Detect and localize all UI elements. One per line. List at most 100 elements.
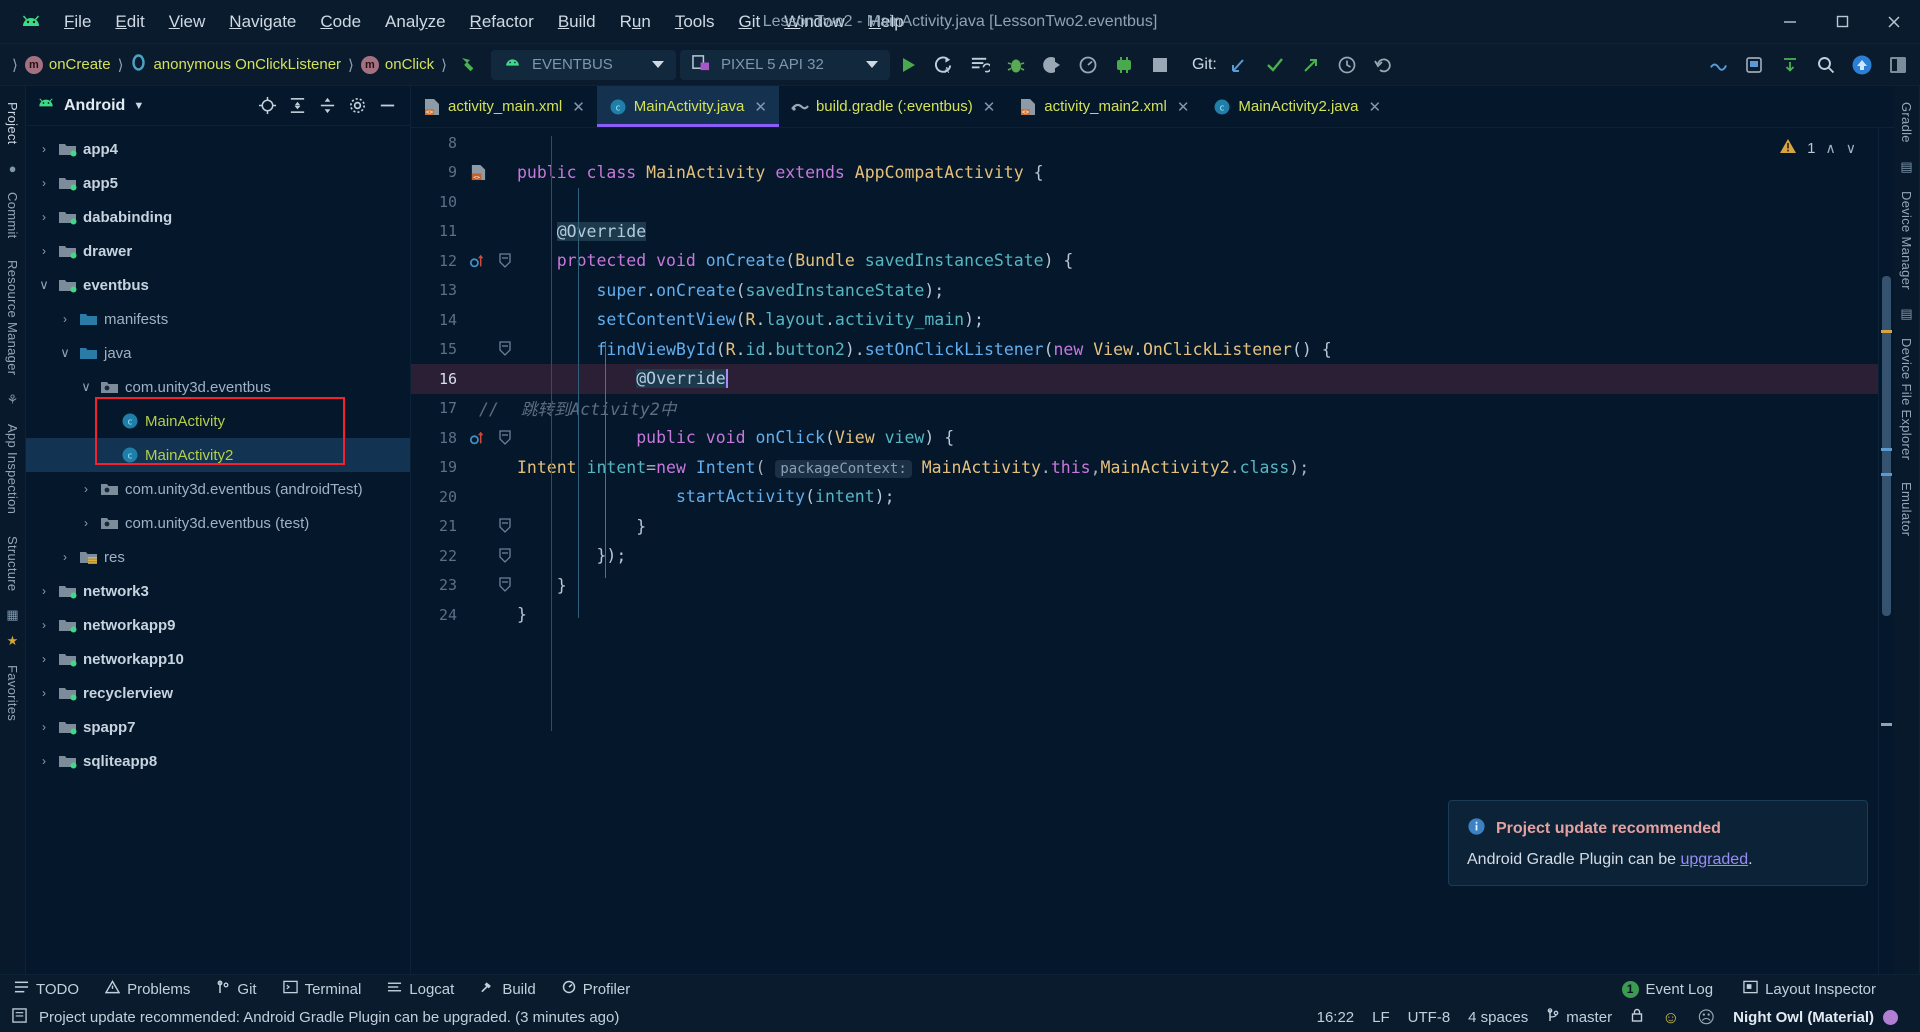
- debug-icon[interactable]: [1000, 49, 1032, 81]
- chevron-right-icon[interactable]: ›: [57, 550, 73, 564]
- chevron-right-icon[interactable]: ›: [78, 516, 94, 530]
- rail-item-device-manager[interactable]: Device Manager: [1897, 185, 1916, 296]
- update-available-icon[interactable]: [1846, 49, 1878, 81]
- code-line[interactable]: 15 findViewById(R.id.button2).setOnClick…: [411, 335, 1894, 365]
- code-line[interactable]: 21 }: [411, 512, 1894, 542]
- project-tree[interactable]: › app4 › app5 › dababinding › drawer ∨ eventbus › m…: [26, 126, 410, 778]
- marker-warning[interactable]: [1881, 330, 1892, 333]
- maximize-button[interactable]: [1816, 0, 1868, 44]
- toolwindow-terminal[interactable]: Terminal: [279, 978, 366, 1000]
- tree-node-dababinding[interactable]: › dababinding: [26, 200, 410, 234]
- menu-analyze[interactable]: Analyze: [373, 7, 458, 37]
- chevron-down-icon[interactable]: ∨: [78, 379, 94, 395]
- collapse-all-icon[interactable]: [314, 93, 340, 119]
- tree-node-manifests[interactable]: › manifests: [26, 302, 410, 336]
- chevron-right-icon[interactable]: ›: [36, 244, 52, 258]
- tree-node-app4[interactable]: › app4: [26, 132, 410, 166]
- menu-edit[interactable]: Edit: [103, 7, 156, 37]
- toolwindow-git[interactable]: Git: [212, 978, 260, 1000]
- chevron-right-icon[interactable]: ›: [36, 720, 52, 734]
- tree-node-drawer[interactable]: › drawer: [26, 234, 410, 268]
- tree-node-com-unity3d-eventbus-test[interactable]: › com.unity3d.eventbus (test): [26, 506, 410, 540]
- close-tab-icon[interactable]: ✕: [572, 98, 585, 116]
- status-message[interactable]: Project update recommended: Android Grad…: [39, 1009, 619, 1026]
- hide-panel-icon[interactable]: [374, 93, 400, 119]
- inspection-widget[interactable]: 1 ∧ ∨: [1779, 138, 1868, 159]
- stop-icon[interactable]: [1144, 49, 1176, 81]
- chevron-right-icon[interactable]: ›: [36, 754, 52, 768]
- toolwindow-logcat[interactable]: Logcat: [383, 978, 458, 1000]
- tree-node-sqliteapp8[interactable]: › sqliteapp8: [26, 744, 410, 778]
- tree-node-networkapp10[interactable]: › networkapp10: [26, 642, 410, 676]
- code-line[interactable]: 8: [411, 128, 1894, 158]
- close-tab-icon[interactable]: ✕: [754, 98, 767, 116]
- code-fold-marker[interactable]: [493, 518, 517, 534]
- code-line[interactable]: 10: [411, 187, 1894, 217]
- toolwindow-event-log[interactable]: 1 Event Log: [1618, 979, 1718, 1000]
- code-fold-marker[interactable]: [493, 253, 517, 269]
- toolwindow-build[interactable]: Build: [476, 978, 539, 1000]
- code-fold-marker[interactable]: [493, 341, 517, 357]
- editor-tab-mainactivity-java[interactable]: c MainActivity.java ✕: [596, 86, 780, 127]
- status-theme[interactable]: Night Owl (Material): [1733, 1009, 1898, 1026]
- notification-popup[interactable]: Project update recommended Android Gradl…: [1448, 800, 1868, 886]
- editor-scrollbar-thumb[interactable]: [1882, 276, 1891, 616]
- close-tab-icon[interactable]: ✕: [1177, 98, 1190, 116]
- editor-tab-mainactivity2-java[interactable]: c MainActivity2.java ✕: [1201, 86, 1393, 127]
- code-line[interactable]: 22 });: [411, 541, 1894, 571]
- tree-node-res[interactable]: › res: [26, 540, 410, 574]
- rail-item-favorites[interactable]: Favorites: [3, 659, 22, 727]
- code-line[interactable]: 18 public void onClick(View view) {: [411, 423, 1894, 453]
- chevron-right-icon[interactable]: ›: [36, 210, 52, 224]
- tree-node-app5[interactable]: › app5: [26, 166, 410, 200]
- attach-debugger-icon[interactable]: [1036, 49, 1068, 81]
- tree-node-java[interactable]: ∨ java: [26, 336, 410, 370]
- make-project-button[interactable]: [453, 49, 485, 81]
- menu-run[interactable]: Run: [608, 7, 663, 37]
- status-encoding[interactable]: UTF-8: [1408, 1009, 1451, 1026]
- code-fold-marker[interactable]: [493, 430, 517, 446]
- breadcrumb-anonymous-listener[interactable]: anonymous OnClickListener: [127, 54, 344, 75]
- code-line[interactable]: 13 super.onCreate(savedInstanceState);: [411, 276, 1894, 306]
- minimize-button[interactable]: [1764, 0, 1816, 44]
- code-line[interactable]: 17 //跳转到Activity2中: [411, 394, 1894, 424]
- profiler-icon[interactable]: [1072, 49, 1104, 81]
- menu-window[interactable]: Window: [772, 7, 856, 37]
- toolwindow-todo[interactable]: TODO: [10, 978, 83, 1000]
- override-method-icon[interactable]: [463, 252, 493, 270]
- tree-node-com-unity3d-eventbus[interactable]: ∨ com.unity3d.eventbus: [26, 370, 410, 404]
- chevron-right-icon[interactable]: ›: [36, 142, 52, 156]
- status-line-separator[interactable]: LF: [1372, 1009, 1390, 1026]
- lock-icon[interactable]: [1630, 1008, 1644, 1027]
- bookmark-icon[interactable]: <>: [463, 164, 493, 181]
- code-line[interactable]: 20 startActivity(intent);: [411, 482, 1894, 512]
- code-fold-marker[interactable]: [493, 577, 517, 593]
- menu-build[interactable]: Build: [546, 7, 608, 37]
- rail-item-project[interactable]: Project: [3, 96, 22, 151]
- rail-item-gradle[interactable]: Gradle: [1897, 96, 1916, 149]
- marker-caret[interactable]: [1881, 723, 1892, 726]
- prev-problem-icon[interactable]: ∧: [1826, 140, 1836, 157]
- settings-icon[interactable]: [344, 93, 370, 119]
- editor-marker-strip[interactable]: [1878, 128, 1894, 974]
- avd-manager-icon[interactable]: [1738, 49, 1770, 81]
- tree-node-spapp7[interactable]: › spapp7: [26, 710, 410, 744]
- code-line[interactable]: 16 @Override: [411, 364, 1894, 394]
- tree-node-network3[interactable]: › network3: [26, 574, 410, 608]
- apply-code-changes-icon[interactable]: [964, 49, 996, 81]
- menu-code[interactable]: Code: [308, 7, 373, 37]
- push-icon[interactable]: [1295, 49, 1327, 81]
- editor-tab-build-gradle-eventbus[interactable]: build.gradle (:eventbus) ✕: [779, 86, 1007, 127]
- rail-item-commit[interactable]: Commit: [3, 186, 22, 245]
- toolwindow-layout-inspector[interactable]: Layout Inspector: [1739, 978, 1880, 1000]
- layout-editor-icon[interactable]: [1882, 49, 1914, 81]
- code-line[interactable]: 12 protected void onCreate(Bundle savedI…: [411, 246, 1894, 276]
- code-editor[interactable]: 8 9 <> public class MainActivity extends Ap…: [411, 128, 1894, 974]
- tree-node-com-unity3d-eventbus-androidtest[interactable]: › com.unity3d.eventbus (androidTest): [26, 472, 410, 506]
- menu-help[interactable]: Help: [857, 7, 916, 37]
- rail-item-device-file-explorer[interactable]: Device File Explorer: [1897, 332, 1916, 466]
- menu-navigate[interactable]: Navigate: [217, 7, 308, 37]
- code-fold-marker[interactable]: [493, 548, 517, 564]
- select-opened-file-icon[interactable]: [254, 93, 280, 119]
- commit-icon[interactable]: [1259, 49, 1291, 81]
